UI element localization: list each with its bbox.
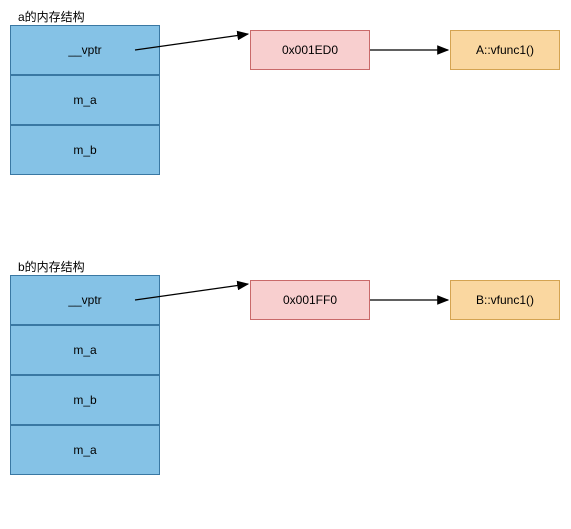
b-cell-m-a-2: m_a — [10, 425, 160, 475]
b-cell-vptr: __vptr — [10, 275, 160, 325]
a-vfunc-box: A::vfunc1() — [450, 30, 560, 70]
a-cell-m-b: m_b — [10, 125, 160, 175]
b-vptr-value-box: 0x001FF0 — [250, 280, 370, 320]
b-cell-m-a: m_a — [10, 325, 160, 375]
section-b-title: b的内存结构 — [18, 258, 85, 275]
section-a-title: a的内存结构 — [18, 8, 85, 25]
a-cell-m-a: m_a — [10, 75, 160, 125]
b-vfunc-box: B::vfunc1() — [450, 280, 560, 320]
a-cell-vptr: __vptr — [10, 25, 160, 75]
b-cell-m-b: m_b — [10, 375, 160, 425]
a-vptr-value-box: 0x001ED0 — [250, 30, 370, 70]
